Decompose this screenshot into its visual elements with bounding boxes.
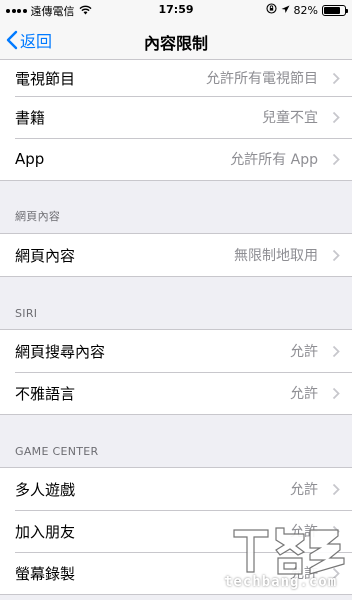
battery-percentage: 82% (293, 3, 318, 17)
screen-recording-row[interactable]: 螢幕錄製 允許 (0, 552, 352, 594)
status-bar: 遠傳電信 17:59 82% (0, 0, 352, 20)
row-value: 允許所有 App (230, 152, 318, 168)
row-label: 多人遊戲 (15, 480, 76, 499)
web-content-group: 網頁內容 無限制地取用 (0, 233, 352, 277)
page-title: 內容限制 (143, 34, 208, 53)
row-label: 網頁內容 (15, 246, 76, 265)
tv-shows-row[interactable]: 電視節目 允許所有電視節目 (0, 60, 352, 96)
row-value: 允許 (290, 566, 318, 582)
chevron-right-icon (332, 249, 340, 262)
adding-friends-row[interactable]: 加入朋友 允許 (0, 510, 352, 552)
chevron-right-icon (332, 567, 340, 580)
game-center-group: 多人遊戲 允許 加入朋友 允許 螢幕錄製 允許 (0, 467, 352, 595)
row-value: 允許 (290, 386, 318, 402)
row-label: 不雅語言 (15, 384, 76, 403)
row-value: 允許 (290, 482, 318, 498)
siri-group: 網頁搜尋內容 允許 不雅語言 允許 (0, 329, 352, 415)
battery-icon (322, 4, 348, 16)
row-label: 電視節目 (15, 69, 76, 88)
chevron-right-icon (332, 345, 340, 358)
siri-section-header: SIRI (15, 307, 38, 320)
chevron-right-icon (332, 111, 340, 124)
chevron-right-icon (332, 72, 340, 85)
settings-list: 電視節目 允許所有電視節目 書籍 兒童不宜 App 允許所有 App 網頁內容 … (0, 60, 352, 595)
web-content-section-header: 網頁內容 (15, 210, 61, 223)
row-value: 允許所有電視節目 (206, 71, 318, 87)
row-value: 允許 (290, 344, 318, 360)
row-value: 無限制地取用 (234, 248, 318, 264)
row-label: 書籍 (15, 108, 46, 127)
web-search-content-row[interactable]: 網頁搜尋內容 允許 (0, 330, 352, 372)
status-right: 82% (265, 3, 348, 17)
row-label: 加入朋友 (15, 522, 76, 541)
chevron-right-icon (332, 525, 340, 538)
explicit-language-row[interactable]: 不雅語言 允許 (0, 372, 352, 414)
navigation-bar: 返回 內容限制 (0, 20, 352, 60)
row-label: 網頁搜尋內容 (15, 342, 106, 361)
apps-row[interactable]: App 允許所有 App (0, 138, 352, 180)
multiplayer-games-row[interactable]: 多人遊戲 允許 (0, 468, 352, 510)
location-icon (281, 4, 290, 17)
chevron-right-icon (332, 153, 340, 166)
orientation-lock-icon (265, 3, 277, 17)
books-row[interactable]: 書籍 兒童不宜 (0, 96, 352, 138)
web-content-row[interactable]: 網頁內容 無限制地取用 (0, 234, 352, 276)
row-value: 兒童不宜 (262, 110, 318, 126)
screen: 遠傳電信 17:59 82% 返回 內容限制 電視節目 允許所有電視節目 書籍 … (0, 0, 352, 600)
game-center-section-header: GAME CENTER (15, 445, 99, 458)
row-value: 允許 (290, 524, 318, 540)
chevron-right-icon (332, 387, 340, 400)
chevron-right-icon (332, 483, 340, 496)
media-group: 電視節目 允許所有電視節目 書籍 兒童不宜 App 允許所有 App (0, 60, 352, 181)
row-label: 螢幕錄製 (15, 564, 76, 583)
row-label: App (15, 150, 45, 168)
